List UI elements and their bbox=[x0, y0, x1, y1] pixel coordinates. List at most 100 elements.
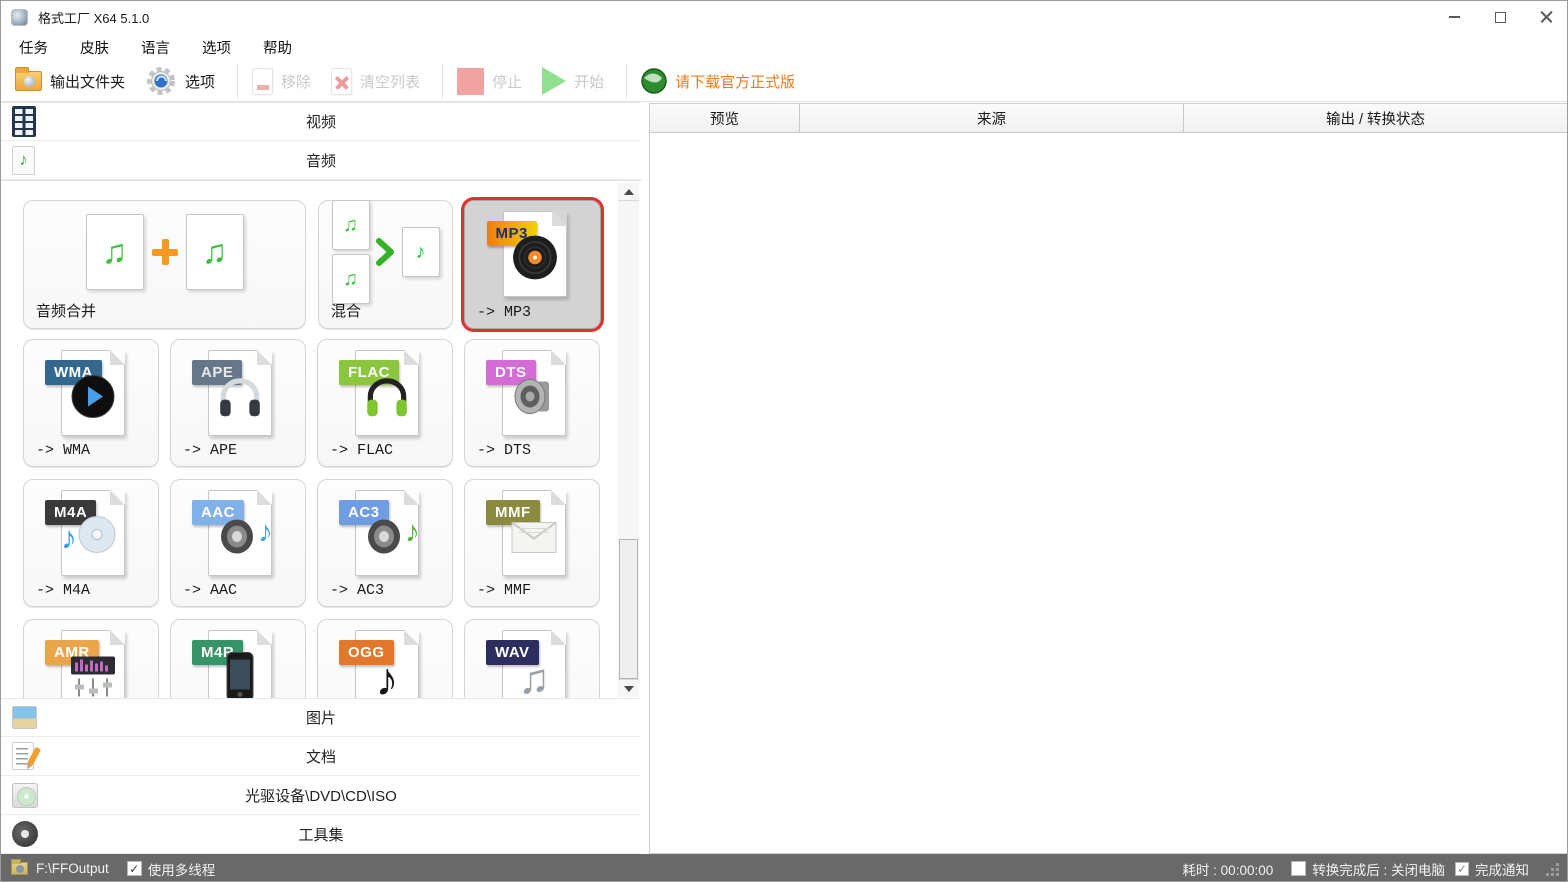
tile-audio-merge[interactable]: ♫ ♫ 音频合并 bbox=[23, 200, 306, 329]
check-icon: ✓ bbox=[1456, 861, 1468, 876]
picture-icon bbox=[12, 706, 37, 729]
tile-label: -> WMA bbox=[36, 442, 91, 459]
close-icon bbox=[1540, 11, 1553, 24]
start-icon bbox=[542, 67, 567, 95]
conversion-list[interactable] bbox=[650, 133, 1567, 853]
format-tile-ogg[interactable]: OGG ♪ -> OGG bbox=[317, 619, 453, 698]
music-note-icon: ♪ bbox=[405, 515, 420, 549]
column-header-preview[interactable]: 预览 bbox=[650, 104, 800, 132]
resize-grip[interactable] bbox=[1545, 862, 1559, 876]
music-notes-icon: ♫ bbox=[518, 654, 550, 698]
column-header-output-status[interactable]: 输出 / 转换状态 bbox=[1184, 104, 1567, 132]
speaker-icon bbox=[368, 519, 400, 554]
sidebar-label-audio: 音频 bbox=[305, 152, 336, 170]
music-note-icon: ♪ bbox=[258, 515, 273, 549]
format-tile-mmf[interactable]: MMF -> MMF bbox=[464, 479, 600, 607]
format-tile-ac3[interactable]: AC3 ♪ -> AC3 bbox=[317, 479, 453, 607]
toolbar: 输出文件夹 选项 移除 清空列表 停止 开始 请下载官方正式版 bbox=[1, 61, 1567, 102]
menu-item-skin[interactable]: 皮肤 bbox=[71, 34, 118, 61]
sidebar-item-audio[interactable]: ♪ 音频 bbox=[1, 141, 641, 180]
conversion-panel: 预览 来源 输出 / 转换状态 bbox=[649, 103, 1567, 854]
output-folder-button[interactable]: 输出文件夹 bbox=[15, 67, 126, 92]
media-disc-play-icon bbox=[71, 374, 115, 418]
window-title: 格式工厂 X64 5.1.0 bbox=[38, 10, 150, 26]
tile-label: -> MMF bbox=[477, 582, 532, 599]
clear-list-button[interactable]: 清空列表 bbox=[331, 67, 421, 95]
menu-item-language[interactable]: 语言 bbox=[132, 34, 179, 61]
file-page-icon: M4A ♪ bbox=[45, 490, 125, 576]
maximize-icon bbox=[1494, 11, 1506, 23]
format-tile-wma[interactable]: WMA -> WMA bbox=[23, 339, 159, 467]
tile-label: 混合 bbox=[331, 303, 362, 320]
format-tile-m4a[interactable]: M4A ♪ -> M4A bbox=[23, 479, 159, 607]
start-button[interactable]: 开始 bbox=[542, 67, 604, 95]
file-page-icon: AC3 ♪ bbox=[339, 490, 420, 576]
output-folder-label: 输出文件夹 bbox=[50, 73, 126, 91]
close-button[interactable] bbox=[1523, 1, 1567, 33]
clear-list-label: 清空列表 bbox=[360, 73, 421, 91]
notify-checkbox[interactable]: ✓ bbox=[1455, 861, 1469, 876]
format-tile-dts[interactable]: DTS -> DTS bbox=[464, 339, 600, 467]
stop-label: 停止 bbox=[492, 73, 523, 91]
shutdown-after-checkbox[interactable] bbox=[1291, 861, 1307, 876]
toolbar-separator bbox=[237, 64, 239, 98]
disc-drive-icon bbox=[12, 782, 38, 808]
scroll-up-button[interactable] bbox=[618, 183, 639, 201]
scroll-down-button[interactable] bbox=[618, 679, 639, 697]
download-official-link[interactable]: 请下载官方正式版 bbox=[641, 68, 795, 94]
output-folder-icon bbox=[15, 67, 42, 91]
toolbar-separator bbox=[442, 64, 444, 98]
format-tile-ape[interactable]: APE -> APE bbox=[170, 339, 306, 467]
menu-bar: 任务 皮肤 语言 选项 帮助 bbox=[1, 33, 1567, 61]
format-tile-m4r[interactable]: M4R -> M4R bbox=[170, 619, 306, 698]
sidebar-label-document: 文档 bbox=[305, 748, 336, 766]
remove-button[interactable]: 移除 bbox=[252, 67, 311, 95]
queue-table-header: 预览 来源 输出 / 转换状态 bbox=[650, 104, 1567, 133]
minimize-button[interactable] bbox=[1431, 1, 1477, 33]
format-tile-amr[interactable]: AMR bbox=[23, 619, 159, 698]
speaker-icon bbox=[514, 378, 549, 414]
tile-scrollbar[interactable] bbox=[618, 183, 639, 697]
multithread-checkbox[interactable]: ✓ bbox=[126, 861, 142, 876]
scroll-up-icon bbox=[623, 188, 634, 195]
file-page-icon: MMF bbox=[486, 490, 566, 576]
scroll-thumb[interactable] bbox=[619, 539, 638, 679]
format-tile-aac[interactable]: AAC ♪ -> AAC bbox=[170, 479, 306, 607]
check-icon: ✓ bbox=[129, 861, 140, 876]
options-button[interactable]: 选项 bbox=[145, 65, 215, 97]
format-tile-wav[interactable]: WAV ♫ -> WAV bbox=[464, 619, 600, 698]
format-tile-mp3[interactable]: MP3 -> MP3 bbox=[464, 200, 601, 329]
sidebar-label-disc-device: 光驱设备\DVD\CD\ISO bbox=[245, 787, 397, 805]
output-path[interactable]: F:\FFOutput bbox=[36, 861, 109, 876]
menu-item-help[interactable]: 帮助 bbox=[254, 34, 301, 61]
stop-icon bbox=[457, 67, 485, 95]
stop-button[interactable]: 停止 bbox=[457, 67, 523, 95]
options-label: 选项 bbox=[185, 73, 216, 91]
music-note-icon: ♪ bbox=[61, 519, 77, 556]
sidebar-item-toolset[interactable]: 工具集 bbox=[1, 815, 641, 854]
plus-icon bbox=[151, 239, 178, 265]
format-tile-flac[interactable]: FLAC -> FLAC bbox=[317, 339, 453, 467]
multithread-label: 使用多线程 bbox=[147, 862, 216, 878]
menu-item-options[interactable]: 选项 bbox=[193, 34, 240, 61]
shutdown-after-label: 转换完成后 : 关闭电脑 bbox=[1312, 862, 1445, 878]
sidebar-item-video[interactable]: 视频 bbox=[1, 102, 641, 141]
column-header-source[interactable]: 来源 bbox=[800, 104, 1184, 132]
status-bar: F:\FFOutput ✓ 使用多线程 耗时 : 00:00:00 转换完成后 … bbox=[1, 854, 1567, 881]
sidebar-item-picture[interactable]: 图片 bbox=[1, 698, 641, 737]
output-path-folder-icon[interactable] bbox=[11, 859, 28, 875]
file-page-icon: APE bbox=[192, 350, 272, 436]
file-page-icon: FLAC bbox=[339, 350, 419, 436]
menu-item-task[interactable]: 任务 bbox=[10, 34, 57, 61]
maximize-button[interactable] bbox=[1477, 1, 1523, 33]
sidebar-item-disc-device[interactable]: 光驱设备\DVD\CD\ISO bbox=[1, 776, 641, 815]
film-strip-icon bbox=[12, 106, 36, 137]
document-pencil-icon bbox=[12, 742, 42, 770]
music-file-icon: ♫ bbox=[331, 200, 370, 250]
tile-audio-mix[interactable]: ♫ ♫ ♪ 混合 bbox=[318, 200, 453, 329]
sidebar-item-document[interactable]: 文档 bbox=[1, 737, 641, 776]
sidebar-label-picture: 图片 bbox=[305, 710, 336, 727]
tile-label: -> APE bbox=[183, 442, 238, 459]
tile-label: -> AAC bbox=[183, 582, 238, 599]
file-page-icon: AAC ♪ bbox=[192, 490, 273, 576]
